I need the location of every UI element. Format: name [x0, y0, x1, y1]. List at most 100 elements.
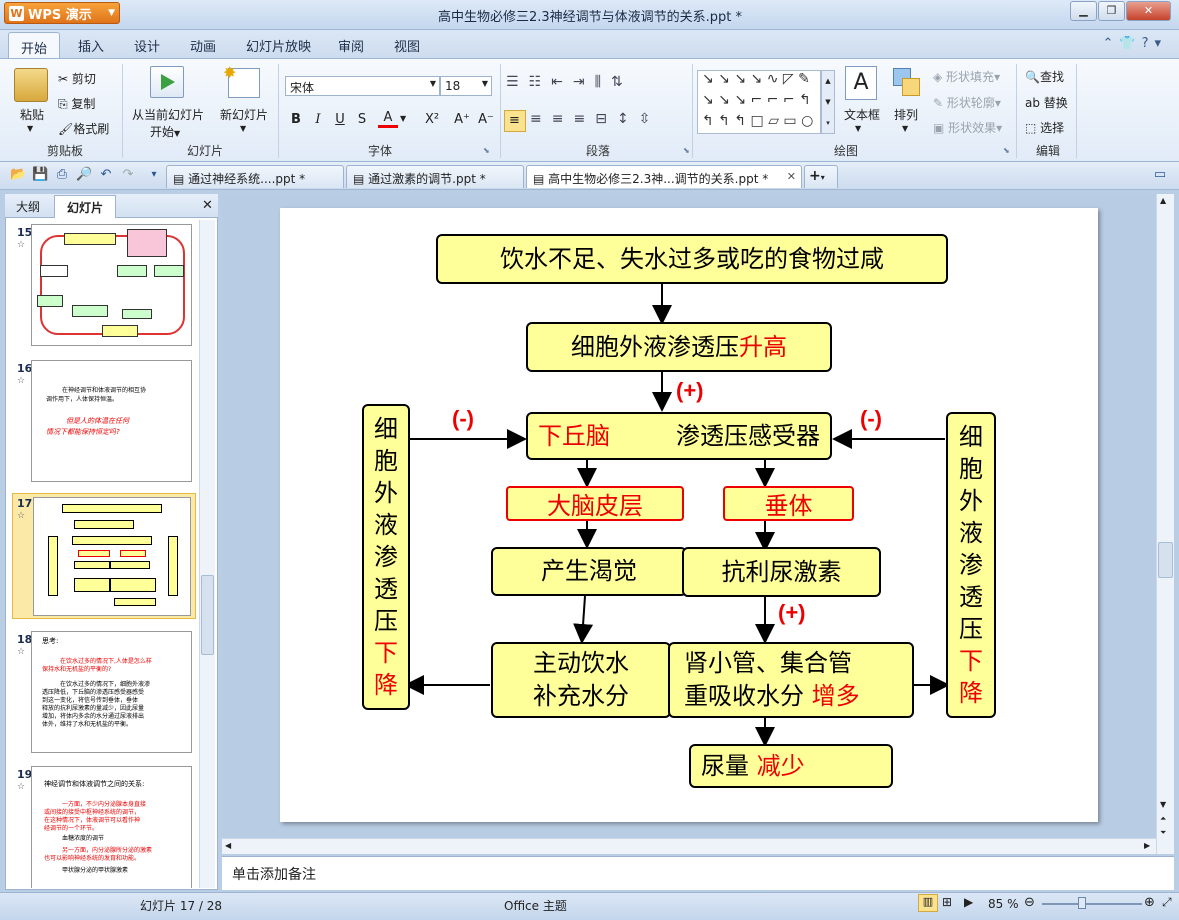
- trigger-box[interactable]: 饮水不足、失水过多或吃的食物过咸: [436, 234, 948, 284]
- columns-icon[interactable]: ⫼: [595, 74, 611, 90]
- print-preview-icon[interactable]: 🔎: [76, 167, 92, 183]
- horizontal-scrollbar[interactable]: ◀ ▶: [222, 838, 1156, 854]
- indent-increase-icon[interactable]: ⇥: [573, 74, 595, 90]
- tab-review[interactable]: 审阅: [338, 36, 364, 55]
- print-icon[interactable]: ⎙: [54, 167, 70, 183]
- tab-slideshow[interactable]: 幻灯片放映: [246, 36, 311, 55]
- textbox-button[interactable]: 文本框: [844, 106, 880, 123]
- underline-button[interactable]: U: [330, 110, 350, 130]
- slide-thumb-15[interactable]: [31, 224, 192, 346]
- dialog-launcher-icon[interactable]: ⬊: [683, 146, 690, 155]
- close-window-button[interactable]: ✕: [1126, 1, 1171, 21]
- shape-gallery[interactable]: ↘ ↘ ↘ ↘ ∿ ◸ ✎ ↘ ↘ ↘ ⌐ ⌐ ⌐ ↰ ↰ ↰ ↰ □ ▱ ▭ …: [697, 70, 821, 134]
- new-slide-button[interactable]: 新幻灯片: [220, 106, 268, 123]
- scroll-left-icon[interactable]: ◀: [225, 841, 231, 850]
- superscript-button[interactable]: X²: [420, 110, 444, 130]
- align-center-icon[interactable]: ≡: [530, 111, 552, 127]
- bullets-icon[interactable]: ☰: [506, 74, 529, 90]
- ribbon-controls[interactable]: ⌃👕?▾: [1102, 36, 1167, 51]
- zoom-slider-thumb[interactable]: [1078, 897, 1086, 909]
- adh-box[interactable]: 抗利尿激素: [682, 547, 881, 597]
- cut-button[interactable]: ✂ 剪切: [58, 70, 96, 87]
- shape-outline-button[interactable]: ✎ 形状轮廓▾: [933, 94, 1001, 111]
- kidney-reabsorption-box[interactable]: 肾小管、集合管 重吸收水分 增多: [668, 642, 914, 718]
- chevron-down-icon[interactable]: ▼: [400, 114, 406, 123]
- scroll-down-icon[interactable]: ▼: [1160, 800, 1166, 809]
- zoom-slider[interactable]: [1042, 903, 1142, 905]
- urine-output-box[interactable]: 尿量 减少: [689, 744, 893, 788]
- new-tab-button[interactable]: +▾: [804, 165, 838, 188]
- find-button[interactable]: 🔍查找: [1025, 68, 1064, 85]
- tab-slides[interactable]: 幻灯片: [54, 195, 116, 218]
- slide-canvas[interactable]: 饮水不足、失水过多或吃的食物过咸 细胞外液渗透压 升高 (+) (-) (-) 下…: [280, 208, 1098, 822]
- textbox-icon[interactable]: A: [845, 66, 877, 100]
- close-tab-icon[interactable]: ✕: [787, 170, 796, 183]
- window-list-icon[interactable]: ▭: [1152, 167, 1168, 183]
- zoom-in-icon[interactable]: ⊕: [1144, 895, 1155, 910]
- normal-view-button[interactable]: ▥: [918, 894, 938, 912]
- play-from-current-icon[interactable]: [150, 66, 184, 98]
- redo-icon[interactable]: ↷: [120, 167, 136, 183]
- font-size-select[interactable]: 18 ▼: [440, 76, 492, 96]
- shape-icon[interactable]: ↰ ↰ ↰ □ ▱ ▭ ○: [702, 113, 813, 129]
- zoom-out-icon[interactable]: ⊖: [1024, 895, 1035, 910]
- pituitary-box[interactable]: 垂体: [723, 486, 854, 521]
- start-label[interactable]: 开始▼: [150, 123, 180, 140]
- panel-scrollbar[interactable]: [199, 220, 215, 888]
- drink-water-box[interactable]: 主动饮水 补充水分: [491, 642, 671, 718]
- hypothalamus-box[interactable]: 下丘脑 渗透压感受器: [526, 412, 832, 460]
- slide-thumb-17[interactable]: [33, 497, 191, 616]
- arrange-icon[interactable]: [893, 68, 921, 98]
- shape-effects-button[interactable]: ▣ 形状效果▾: [933, 119, 1002, 136]
- select-button[interactable]: ⬚ 选择: [1025, 119, 1064, 136]
- from-current-slide-button[interactable]: 从当前幻灯片: [132, 106, 204, 123]
- doc-tab-active[interactable]: ▤ 高中生物必修三2.3神...调节的关系.ppt * ✕: [526, 165, 802, 188]
- scroll-thumb[interactable]: [1158, 542, 1173, 578]
- ecf-pressure-decrease-right[interactable]: 细胞外液渗透压下降: [946, 412, 996, 718]
- distribute-icon[interactable]: ⊟: [595, 111, 617, 127]
- thirst-box[interactable]: 产生渴觉: [491, 547, 687, 596]
- tab-view[interactable]: 视图: [394, 36, 420, 55]
- collapse-ribbon-icon[interactable]: ⌃: [1102, 36, 1119, 51]
- line-spacing-icon[interactable]: ↕: [617, 111, 639, 127]
- chevron-down-icon[interactable]: ▼: [27, 124, 33, 133]
- slide-sorter-button[interactable]: ⊞: [942, 895, 952, 909]
- tab-home[interactable]: 开始: [8, 32, 60, 59]
- cerebral-cortex-box[interactable]: 大脑皮层: [506, 486, 684, 521]
- shadow-button[interactable]: S: [352, 110, 372, 130]
- minimize-button[interactable]: ▁: [1070, 1, 1097, 21]
- dialog-launcher-icon[interactable]: ⬊: [1003, 146, 1010, 155]
- chevron-down-icon[interactable]: ▼: [902, 124, 908, 133]
- justify-icon[interactable]: ≡: [573, 111, 595, 127]
- arrange-button[interactable]: 排列: [894, 106, 918, 123]
- shape-fill-button[interactable]: ◈ 形状填充▾: [933, 68, 1000, 85]
- help-icon[interactable]: ?▾: [1142, 36, 1167, 51]
- doc-tab-hormone[interactable]: ▤ 通过激素的调节.ppt *: [346, 165, 524, 188]
- align-left-button[interactable]: ≡: [504, 110, 526, 132]
- copy-button[interactable]: ⎘ 复制: [58, 95, 95, 112]
- new-slide-icon[interactable]: ✸: [223, 63, 260, 98]
- slide-thumb-19[interactable]: 神经调节和体液调节之间的关系: 一方面，不少内分泌腺本身直接 或间接的接受中枢神…: [31, 766, 192, 888]
- maximize-button[interactable]: ❐: [1098, 1, 1125, 21]
- shrink-font-button[interactable]: A⁻: [474, 110, 498, 130]
- gallery-scroll[interactable]: ▲ ▼ ▾: [821, 70, 835, 134]
- dialog-launcher-icon[interactable]: ⬊: [483, 146, 490, 155]
- italic-button[interactable]: I: [308, 110, 328, 130]
- list-buttons[interactable]: ☰☷⇤⇥⫼⇅: [506, 74, 633, 90]
- tab-animation[interactable]: 动画: [190, 36, 216, 55]
- notes-pane[interactable]: 单击添加备注: [222, 856, 1174, 890]
- font-name-select[interactable]: 宋体 ▼: [285, 76, 440, 96]
- scroll-up-icon[interactable]: ▲: [1160, 196, 1166, 205]
- indent-decrease-icon[interactable]: ⇤: [551, 74, 573, 90]
- grow-font-button[interactable]: A⁺: [450, 110, 474, 130]
- arrow-icon[interactable]: ↘ ↘ ↘ ↘ ∿ ◸ ✎: [702, 71, 810, 87]
- chevron-down-icon[interactable]: ▼: [240, 124, 246, 133]
- previous-slide-icon[interactable]: ⏶: [1160, 814, 1166, 824]
- fit-window-icon[interactable]: ⤢: [1162, 895, 1172, 910]
- numbering-icon[interactable]: ☷: [529, 74, 552, 90]
- ecf-pressure-decrease-left[interactable]: 细胞外液渗透压下降: [362, 404, 410, 710]
- tab-insert[interactable]: 插入: [78, 36, 104, 55]
- connector-icon[interactable]: ↘ ↘ ↘ ⌐ ⌐ ⌐ ↰: [702, 92, 811, 108]
- text-direction-icon[interactable]: ⇅: [611, 74, 633, 90]
- bold-button[interactable]: B: [286, 110, 306, 130]
